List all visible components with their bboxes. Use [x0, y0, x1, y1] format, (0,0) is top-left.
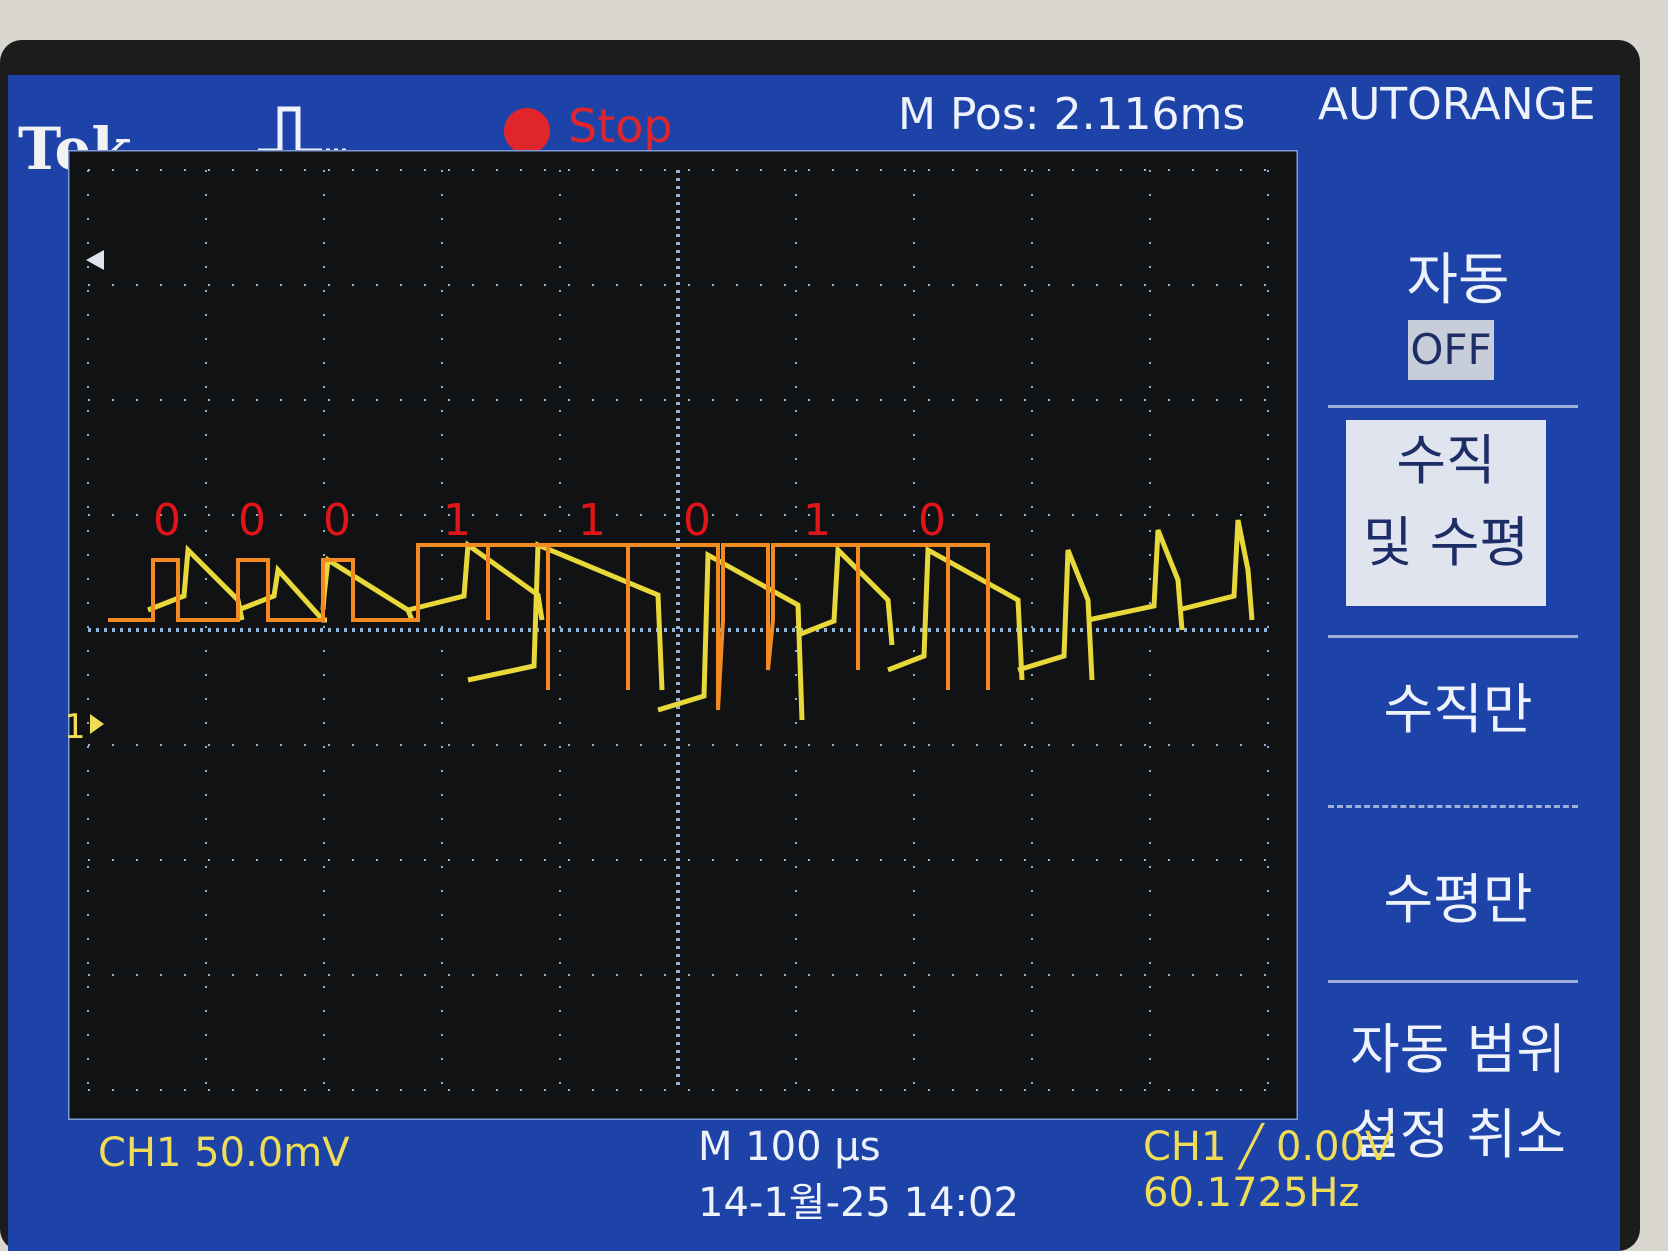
horizontal-only-option[interactable]: 수평만: [1308, 855, 1608, 934]
bit-label: 0: [918, 495, 946, 546]
menu-separator: [1328, 980, 1578, 983]
menu-separator: [1328, 805, 1578, 808]
auto-mode-label: 자동: [1406, 248, 1510, 313]
oscilloscope-screen: Tek Stop M Pos: 2.116ms AUTORANGE 000110…: [8, 75, 1620, 1251]
bit-label: 0: [238, 495, 266, 546]
ch1-marker-arrow-icon: [90, 714, 104, 734]
bit-label: 0: [153, 495, 181, 546]
date-time-readout: 14-1월-25 14:02: [698, 1180, 1019, 1226]
bit-overlay-path: [108, 543, 990, 711]
readout-bar: CH1 50.0mV M 100 µs 14-1월-25 14:02 CH1 ╱…: [8, 1120, 1620, 1250]
waveform-display: 0 0 0 1 1 0 1 0 1: [68, 169, 1269, 1091]
menu-title: AUTORANGE: [1318, 79, 1596, 130]
bit-label: 1: [443, 495, 471, 546]
bit-annotation-labels: 0 0 0 1 1 0 1 0: [153, 495, 946, 546]
stop-indicator-icon: [504, 108, 550, 154]
bit-label: 0: [683, 495, 711, 546]
menu-separator: [1328, 405, 1578, 408]
run-state-label: Stop: [568, 99, 673, 153]
menu-separator: [1328, 635, 1578, 638]
timebase-readout: M 100 µs: [698, 1124, 881, 1170]
ch1-volts-per-div: CH1 50.0mV: [98, 1130, 350, 1176]
bit-label: 1: [803, 495, 831, 546]
decoded-bit-overlay: [108, 543, 990, 711]
bit-label: 0: [323, 495, 351, 546]
frequency-readout: 60.1725Hz: [1143, 1170, 1360, 1216]
trigger-readout: CH1 ╱ 0.00V: [1143, 1124, 1393, 1170]
vertical-only-option[interactable]: 수직만: [1308, 665, 1608, 744]
undo-autorange-line1[interactable]: 자동 범위: [1308, 1005, 1608, 1084]
vh-option-line2: 및 수평: [1362, 511, 1530, 574]
ch1-ground-marker: 1: [68, 707, 104, 747]
vh-option-line1: 수직: [1396, 429, 1496, 492]
bit-label: 1: [578, 495, 606, 546]
ch1-marker-label: 1: [68, 707, 86, 747]
horizontal-position-readout: M Pos: 2.116ms: [898, 89, 1246, 140]
auto-mode-toggle[interactable]: OFF: [1408, 320, 1494, 380]
vertical-and-horizontal-option[interactable]: 수직 및 수평: [1346, 420, 1546, 606]
autorange-side-menu: 자동 OFF 수직 및 수평 수직만 수평만 자동 범위 설정 취소: [1308, 165, 1608, 1166]
